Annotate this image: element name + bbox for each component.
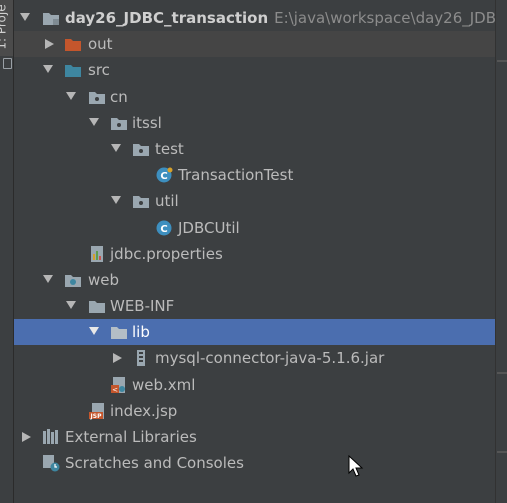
libraries-icon [43,429,58,444]
package-util-label: util [155,192,179,211]
expand-arrow-icon[interactable] [111,196,121,205]
package-itssl-label: itssl [132,113,162,132]
project-root-label: day26_JDBC_transaction [65,9,269,27]
xml-file-icon: < [111,376,125,394]
gutter-mark [497,451,507,453]
folder-lib-label: lib [132,323,150,342]
tree-row-project-root[interactable]: day26_JDBC_transaction E:\java\workspace\… [14,5,507,31]
class-jdbcutil-label: JDBCUtil [178,218,240,237]
svg-text:JSP: JSP [90,413,103,420]
external-libraries-label: External Libraries [65,428,197,446]
tree-row-scratches-and-consoles[interactable]: Scratches and Consoles [14,450,495,476]
mouse-cursor-icon [348,455,364,477]
java-class-icon: C [156,220,172,235]
tree-row-cn[interactable]: cn [14,84,495,110]
properties-file-icon [91,245,103,262]
expand-arrow-icon[interactable] [66,301,76,310]
source-folder-icon [65,65,81,78]
class-transactiontest-label: TransactionTest [178,166,294,185]
java-class-icon: C [156,167,173,183]
collapse-arrow-icon[interactable] [113,353,122,364]
web-folder-icon [65,274,81,287]
scratches-icon [43,455,60,472]
gutter-mark [497,372,507,374]
tree-row-src[interactable]: src [14,57,495,83]
svg-text:C: C [160,171,167,182]
tree-row-mysql-connector[interactable]: mysql-connector-java-5.1.6.jar [14,345,495,371]
package-cn-label: cn [110,87,128,106]
folder-web-inf-label: WEB-INF [110,297,175,316]
excluded-folder-icon [65,39,81,52]
jar-icon [137,350,145,367]
project-tree[interactable]: day26_JDBC_transaction E:\java\workspace\… [14,5,507,476]
tree-row-web[interactable]: web [14,267,495,293]
tree-row-test[interactable]: test [14,136,495,162]
tree-row-out[interactable]: out [14,31,495,58]
tree-row-index-jsp[interactable]: JSP index.jsp [14,398,495,424]
expand-arrow-icon[interactable] [89,327,99,336]
tree-row-web-inf[interactable]: WEB-INF [14,293,495,319]
jsp-file-icon: JSP [89,402,104,420]
expand-arrow-icon[interactable] [66,91,76,100]
tree-row-lib[interactable]: lib [14,319,495,346]
jar-mysql-connector-label: mysql-connector-java-5.1.6.jar [155,349,385,368]
file-web-xml-label: web.xml [132,375,196,394]
project-root-path: E:\java\workspace\day26_JDBC_tr [274,9,507,27]
expand-arrow-icon[interactable] [89,117,99,126]
svg-text:C: C [160,224,167,235]
tree-row-transactiontest[interactable]: C TransactionTest [14,162,495,188]
tree-row-external-libraries[interactable]: External Libraries [14,424,495,450]
tree-row-jdbc-properties[interactable]: jdbc.properties [14,241,495,267]
folder-web-label: web [88,270,120,289]
folder-out-label: out [88,35,113,54]
folder-src-label: src [88,61,110,80]
folder-icon [89,301,105,314]
file-jdbc-properties-label: jdbc.properties [110,244,223,263]
tree-row-web-xml[interactable]: < web.xml [14,372,495,398]
tree-scrollbar-gutter[interactable] [495,0,507,503]
file-index-jsp-label: index.jsp [110,401,178,420]
module-folder-icon [43,13,59,25]
package-icon [133,196,149,209]
package-icon [111,117,127,130]
collapse-arrow-icon[interactable] [22,432,31,442]
project-tool-tab[interactable]: 1: Proje [0,0,13,56]
tree-row-jdbcutil[interactable]: C JDBCUtil [14,215,495,241]
expand-arrow-icon[interactable] [43,65,53,74]
tree-row-itssl[interactable]: itssl [14,110,495,136]
scratches-and-consoles-label: Scratches and Consoles [65,454,244,473]
expand-arrow-icon[interactable] [111,143,121,152]
folder-icon [111,327,127,340]
svg-text:<: < [112,386,118,394]
package-test-label: test [155,139,184,158]
project-tool-tab-label: 1: Proje [0,4,9,50]
expand-arrow-icon[interactable] [43,274,53,283]
expand-arrow-icon[interactable] [20,13,30,21]
tool-window-strip: 1: Proje [0,0,14,503]
package-icon [133,143,149,156]
package-icon [89,91,105,104]
tree-row-util[interactable]: util [14,188,495,214]
gutter-mark [497,60,507,62]
collapse-arrow-icon[interactable] [45,39,54,50]
structure-icon[interactable] [3,58,12,69]
